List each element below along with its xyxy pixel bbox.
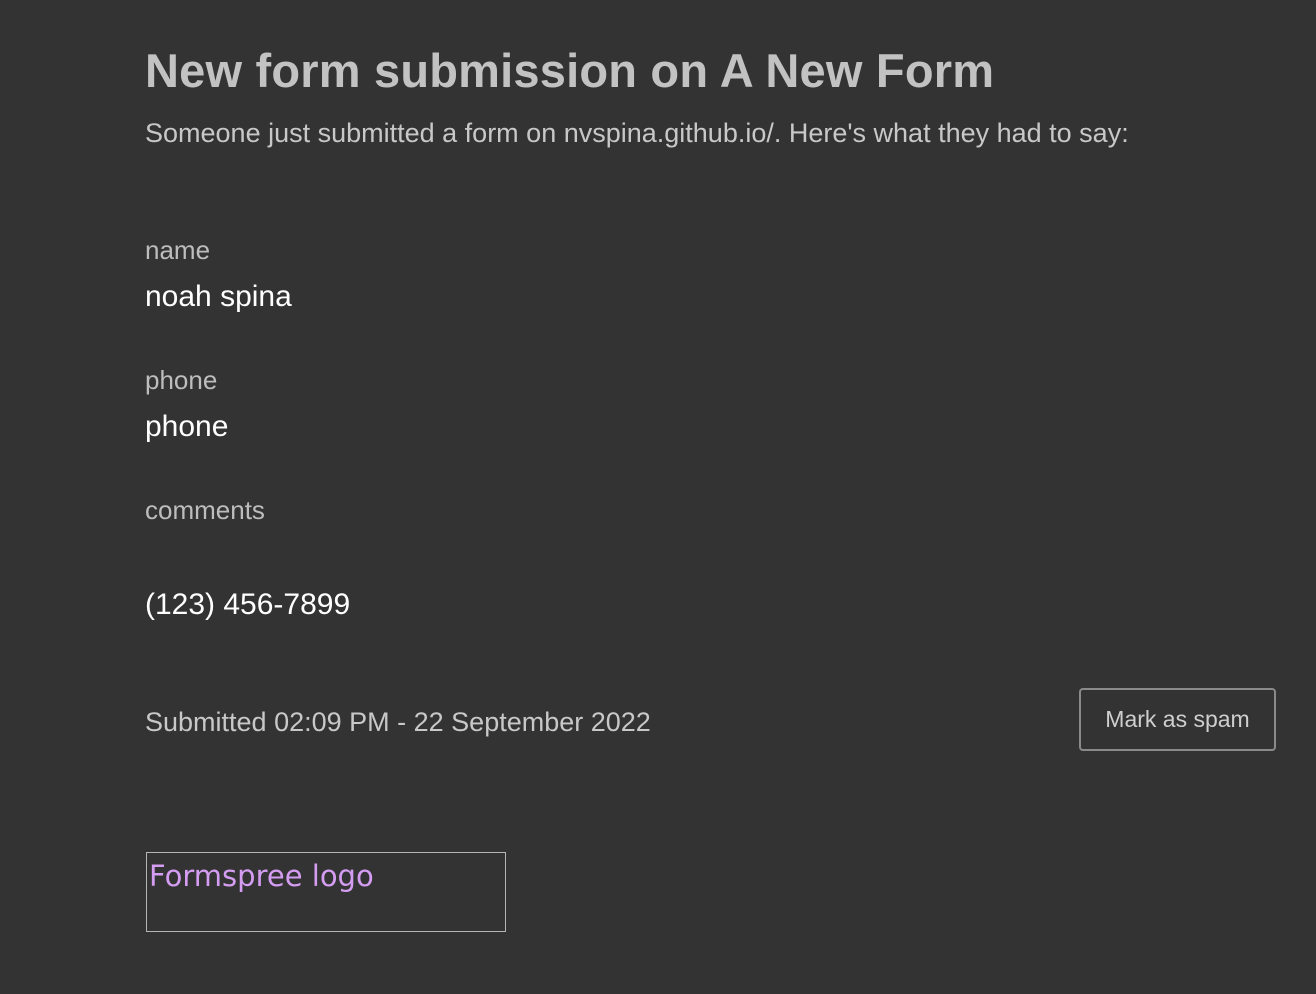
field-value-comments: (123) 456-7899 (145, 588, 351, 621)
email-view: New form submission on A New Form Someon… (0, 0, 1316, 994)
mark-as-spam-button[interactable]: Mark as spam (1079, 688, 1276, 751)
logo-alt-text: Formspree logo (149, 859, 374, 893)
field-value-phone: phone (145, 410, 229, 443)
field-value-name: noah spina (145, 280, 292, 313)
intro-text: Someone just submitted a form on nvspina… (145, 118, 1129, 148)
field-label-phone: phone (145, 365, 218, 395)
email-title: New form submission on A New Form (145, 44, 995, 97)
field-label-comments: comments (145, 495, 265, 525)
field-label-name: name (145, 235, 211, 265)
submitted-timestamp: Submitted 02:09 PM - 22 September 2022 (145, 707, 651, 737)
formspree-logo-image: Formspree logo (146, 852, 506, 932)
